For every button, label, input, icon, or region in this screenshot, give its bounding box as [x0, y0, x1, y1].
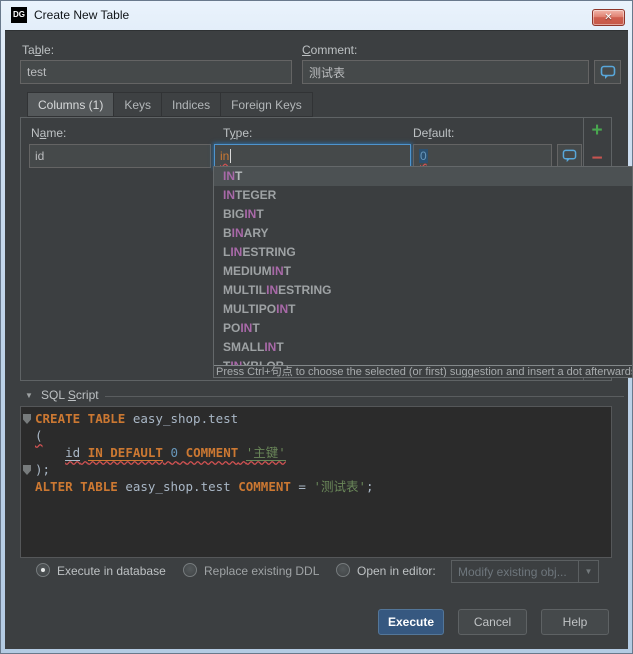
titlebar[interactable]: DG Create New Table ✕ [0, 0, 633, 30]
combobox-value: Modify existing obj... [458, 564, 567, 579]
column-type-label: Type: [223, 126, 253, 140]
column-type-value: in [220, 149, 230, 163]
tab-columns[interactable]: Columns (1) [27, 92, 115, 117]
completion-item-multilinestring[interactable]: MULTILINESTRING [214, 281, 632, 300]
radio-dot [41, 568, 45, 572]
completion-item-point[interactable]: POINT [214, 319, 632, 338]
column-type-input[interactable]: in [214, 144, 411, 168]
column-default-input[interactable]: 0 [413, 144, 552, 168]
radio-replace-existing-ddl-label[interactable]: Replace existing DDL [204, 564, 319, 578]
sql-editor[interactable]: CREATE TABLE easy_shop.test ( id IN DEFA… [20, 406, 612, 558]
column-name-input[interactable]: id [29, 144, 211, 168]
table-comment-input[interactable] [302, 60, 589, 84]
completion-hint: Press Ctrl+句点 to choose the selected (or… [214, 365, 632, 377]
completion-item-binary[interactable]: BINARY [214, 224, 632, 243]
radio-execute-in-database[interactable] [36, 563, 50, 577]
code-line: ( [35, 428, 43, 443]
code-line: ALTER TABLE easy_shop.test COMMENT = '测试… [35, 479, 374, 494]
comment-bubble-icon [562, 149, 577, 163]
add-column-button[interactable]: + [587, 121, 607, 141]
cancel-button[interactable]: Cancel [458, 609, 527, 635]
datagrip-logo-icon: DG [11, 7, 27, 23]
column-comment-button[interactable] [557, 144, 582, 168]
tab-keys[interactable]: Keys [114, 92, 163, 117]
completion-item-integer[interactable]: INTEGER [214, 186, 632, 205]
completion-list: INT INTEGER BIGINT BINARY LINESTRING MED… [214, 167, 632, 365]
completion-item-mediumint[interactable]: MEDIUMINT [214, 262, 632, 281]
radio-open-in-editor[interactable] [336, 563, 350, 577]
table-name-input[interactable] [20, 60, 292, 84]
column-default-value: 0 [419, 149, 428, 163]
completion-item-bigint[interactable]: BIGINT [214, 205, 632, 224]
fold-marker-icon[interactable] [23, 414, 31, 424]
completion-item-multipoint[interactable]: MULTIPOINT [214, 300, 632, 319]
code-line: id IN DEFAULT 0 COMMENT '主键' [65, 445, 286, 461]
execute-button[interactable]: Execute [378, 609, 444, 635]
tab-indices[interactable]: Indices [162, 92, 222, 117]
column-name-value: id [35, 149, 45, 163]
fold-marker-icon[interactable] [23, 465, 31, 475]
completion-item-tinyblob[interactable]: TINYBLOB [214, 357, 632, 365]
code-line: ); [21, 461, 611, 478]
completion-item-smallint[interactable]: SMALLINT [214, 338, 632, 357]
sql-script-title: SQL Script [41, 388, 99, 402]
close-button[interactable]: ✕ [592, 9, 625, 26]
comment-label: Comment: [302, 43, 358, 57]
close-icon: ✕ [604, 12, 613, 23]
plus-icon: + [591, 120, 603, 141]
collapse-arrow-icon[interactable]: ▼ [25, 391, 33, 400]
column-name-label: Name: [31, 126, 67, 140]
radio-replace-existing-ddl[interactable] [183, 563, 197, 577]
table-label: Table: [22, 43, 55, 57]
comment-bubble-icon [600, 65, 615, 79]
column-default-label: Default: [413, 126, 455, 140]
open-in-editor-combobox[interactable]: Modify existing obj... ▼ [451, 560, 599, 583]
type-completion-popup: INT INTEGER BIGINT BINARY LINESTRING MED… [213, 166, 633, 378]
text-caret [230, 149, 232, 163]
radio-execute-in-database-label[interactable]: Execute in database [57, 564, 166, 578]
dialog-title: Create New Table [34, 8, 130, 22]
table-editor-tabs: Columns (1) Keys Indices Foreign Keys [27, 92, 313, 117]
section-separator [105, 396, 624, 397]
tab-foreign-keys[interactable]: Foreign Keys [221, 92, 313, 117]
sql-script-header: ▼ SQL Script [5, 388, 628, 404]
completion-item-linestring[interactable]: LINESTRING [214, 243, 632, 262]
create-new-table-dialog: DG Create New Table ✕ Table: Comment: Co… [0, 0, 633, 654]
code-line: CREATE TABLE easy_shop.test [21, 410, 611, 427]
help-button[interactable]: Help [541, 609, 609, 635]
radio-open-in-editor-label[interactable]: Open in editor: [357, 564, 436, 578]
comment-editor-button[interactable] [594, 60, 621, 84]
chevron-down-icon: ▼ [578, 561, 598, 582]
completion-item-int[interactable]: INT [214, 167, 632, 186]
